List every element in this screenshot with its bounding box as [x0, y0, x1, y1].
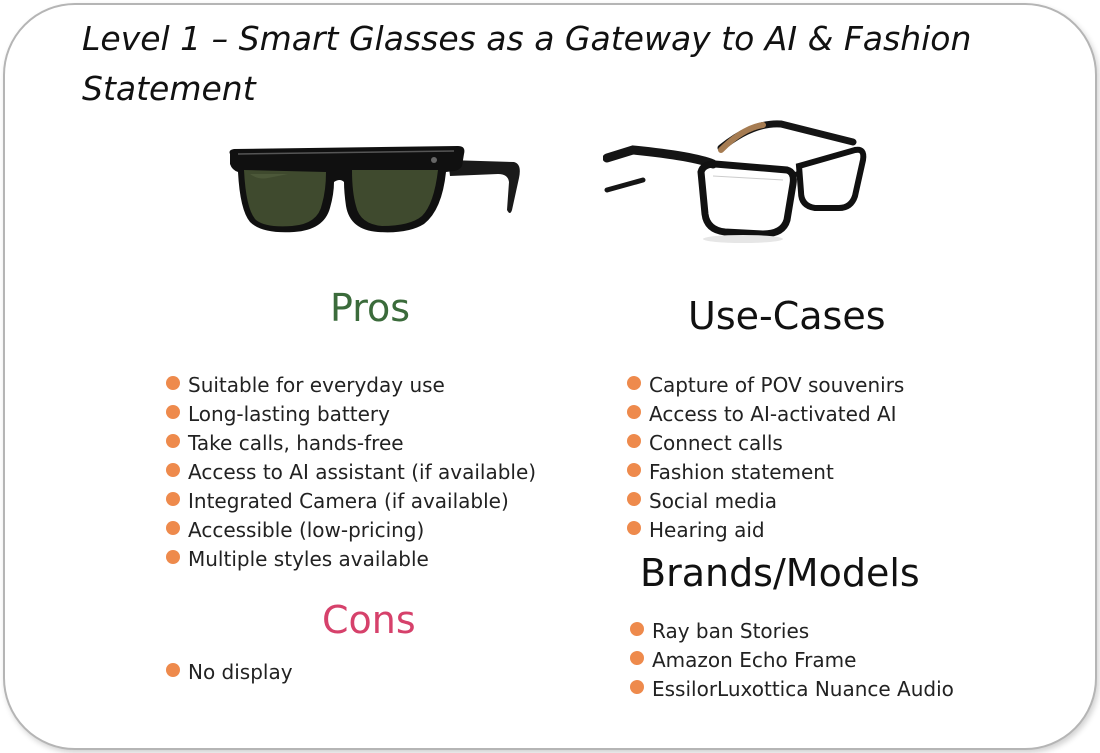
list-item: Accessible (low-pricing)	[166, 516, 536, 545]
pros-list: Suitable for everyday use Long-lasting b…	[166, 371, 536, 574]
list-item-text: EssilorLuxottica Nuance Audio	[652, 677, 954, 701]
bullet-icon	[627, 463, 641, 477]
list-item-text: Capture of POV souvenirs	[649, 373, 905, 397]
list-item-text: Integrated Camera (if available)	[188, 489, 509, 513]
bullet-icon	[627, 376, 641, 390]
list-item: Amazon Echo Frame	[630, 646, 954, 675]
pros-heading: Pros	[330, 286, 411, 330]
bullet-icon	[166, 663, 180, 677]
list-item: Fashion statement	[627, 458, 904, 487]
list-item-text: Take calls, hands-free	[188, 431, 404, 455]
use-cases-list: Capture of POV souvenirs Access to AI-ac…	[627, 371, 904, 545]
bullet-icon	[630, 651, 644, 665]
list-item-text: Amazon Echo Frame	[652, 648, 857, 672]
list-item: EssilorLuxottica Nuance Audio	[630, 675, 954, 704]
slide-title: Level 1 – Smart Glasses as a Gateway to …	[82, 19, 972, 108]
bullet-icon	[627, 521, 641, 535]
list-item-text: Accessible (low-pricing)	[188, 518, 425, 542]
list-item: Access to AI assistant (if available)	[166, 458, 536, 487]
bullet-icon	[166, 492, 180, 506]
bullet-icon	[630, 680, 644, 694]
bullet-icon	[630, 622, 644, 636]
list-item-text: Social media	[649, 489, 777, 513]
list-item-text: Fashion statement	[649, 460, 834, 484]
list-item: Integrated Camera (if available)	[166, 487, 536, 516]
list-item: Social media	[627, 487, 904, 516]
list-item: Take calls, hands-free	[166, 429, 536, 458]
cons-list: No display	[166, 658, 293, 687]
use-cases-heading: Use-Cases	[688, 294, 886, 338]
bullet-icon	[166, 521, 180, 535]
bullet-icon	[166, 376, 180, 390]
list-item-text: Access to AI assistant (if available)	[188, 460, 537, 484]
list-item-text: Long-lasting battery	[188, 402, 390, 426]
bullet-icon	[166, 463, 180, 477]
list-item-text: Connect calls	[649, 431, 783, 455]
bullet-icon	[627, 434, 641, 448]
list-item: Connect calls	[627, 429, 904, 458]
bullet-icon	[627, 405, 641, 419]
list-item: Hearing aid	[627, 516, 904, 545]
bullet-icon	[166, 434, 180, 448]
cons-heading: Cons	[322, 598, 416, 642]
brands-list: Ray ban Stories Amazon Echo Frame Essilo…	[630, 617, 954, 704]
eyeglasses-icon	[603, 120, 868, 245]
list-item: No display	[166, 658, 293, 687]
sunglasses-icon	[228, 140, 523, 240]
list-item-text: No display	[188, 660, 293, 684]
bullet-icon	[166, 405, 180, 419]
list-item-text: Ray ban Stories	[652, 619, 810, 643]
list-item-text: Suitable for everyday use	[188, 373, 445, 397]
list-item: Multiple styles available	[166, 545, 536, 574]
brands-heading: Brands/Models	[640, 551, 920, 595]
list-item: Long-lasting battery	[166, 400, 536, 429]
bullet-icon	[166, 550, 180, 564]
list-item: Access to AI-activated AI	[627, 400, 904, 429]
list-item: Capture of POV souvenirs	[627, 371, 904, 400]
list-item-text: Multiple styles available	[188, 547, 429, 571]
bullet-icon	[627, 492, 641, 506]
list-item: Suitable for everyday use	[166, 371, 536, 400]
list-item: Ray ban Stories	[630, 617, 954, 646]
list-item-text: Access to AI-activated AI	[649, 402, 897, 426]
list-item-text: Hearing aid	[649, 518, 765, 542]
